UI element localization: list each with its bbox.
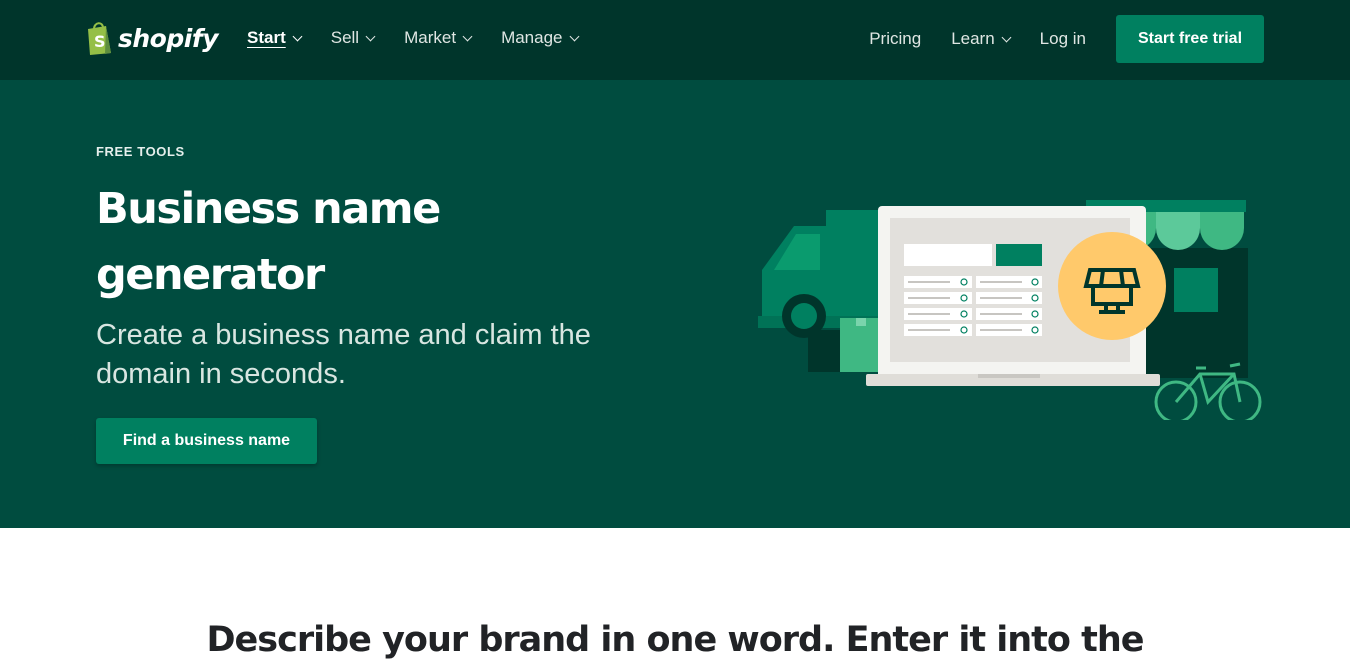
hero-section: FREE TOOLS Business name generator Creat… (0, 80, 1350, 528)
find-business-name-button[interactable]: Find a business name (96, 418, 317, 464)
start-free-trial-button[interactable]: Start free trial (1116, 15, 1264, 63)
primary-nav: Start Sell Market Manage (247, 28, 608, 48)
nav-market-label: Market (404, 28, 457, 47)
nav-pricing[interactable]: Pricing (869, 29, 921, 49)
hero-illustration (758, 200, 1262, 420)
nav-sell[interactable]: Sell (330, 28, 376, 48)
chevron-down-icon (1001, 32, 1012, 42)
brand-name: shopify (118, 23, 219, 53)
nav-manage-label: Manage (501, 28, 563, 47)
login-link[interactable]: Log in (1040, 29, 1086, 49)
intro-section: Describe your brand in one word. Enter i… (0, 528, 1350, 660)
nav-manage[interactable]: Manage (501, 28, 579, 48)
chevron-down-icon (292, 31, 303, 41)
section-heading: Describe your brand in one word. Enter i… (206, 620, 1145, 660)
login-label: Log in (1039, 29, 1086, 48)
chevron-down-icon (365, 31, 376, 41)
secondary-nav: Pricing Learn Log in Start free trial (869, 15, 1264, 63)
nav-market[interactable]: Market (404, 28, 473, 48)
nav-pricing-label: Pricing (869, 29, 922, 48)
shopify-logo[interactable]: S shopify (84, 20, 219, 56)
svg-text:S: S (94, 32, 106, 51)
nav-learn[interactable]: Learn (951, 29, 1012, 49)
nav-learn-label: Learn (951, 29, 995, 48)
hero-eyebrow: FREE TOOLS (96, 144, 185, 159)
page-title: Business name generator (96, 184, 441, 300)
chevron-down-icon (462, 31, 473, 41)
shopify-bag-icon: S (88, 22, 111, 55)
top-navigation-bar: S shopify Start Sell Market Manage Prici… (0, 0, 1350, 80)
nav-start-label: Start (247, 28, 286, 47)
nav-sell-label: Sell (330, 28, 360, 47)
nav-start[interactable]: Start (247, 28, 303, 48)
chevron-down-icon (569, 31, 579, 41)
storefront-icon (1058, 232, 1166, 340)
hero-subtitle: Create a business name and claim the dom… (96, 319, 591, 390)
